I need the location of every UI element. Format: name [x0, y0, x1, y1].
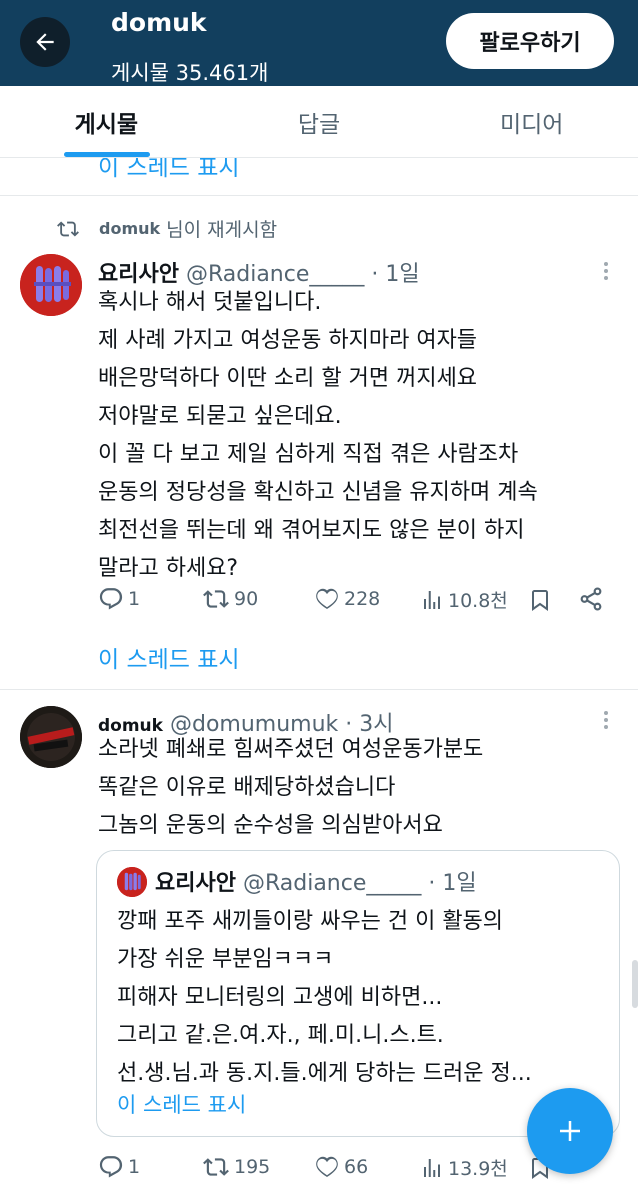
quote-line: 가장 쉬운 부분임ㅋㅋㅋ	[117, 947, 334, 972]
show-thread-link[interactable]: 이 스레드 표시	[98, 640, 240, 674]
tweet-line: 말라고 하세요?	[98, 556, 239, 581]
repost-notice: domuk 님이 재게시함	[55, 215, 277, 242]
share-icon	[580, 587, 602, 611]
reply-count: 1	[128, 588, 141, 610]
quote-line: 그리고 같.은.여.자., 페.미.니.스.트.	[117, 1023, 444, 1048]
quote-text: 깡패 포주 새끼들이랑 싸우는 건 이 활동의 가장 쉬운 부분임ㅋㅋㅋ 피해자…	[117, 903, 532, 1093]
quote-author-handle: @Radiance_____ · 1일	[242, 871, 477, 896]
tweet-actions: 1 90 228 10.8천	[98, 586, 618, 618]
repost-icon	[57, 221, 79, 236]
views-button[interactable]: 10.8천	[420, 586, 508, 613]
tab-posts[interactable]: 게시물	[0, 86, 213, 157]
divider	[0, 689, 638, 690]
profile-tabs: 게시물 답글 미디어	[0, 86, 638, 158]
avatar[interactable]	[20, 254, 82, 316]
more-icon[interactable]	[601, 711, 611, 729]
tweet-line: 최전선을 뛰는데 왜 겪어보지도 않은 분이 하지	[98, 518, 525, 543]
plus-icon	[560, 1121, 580, 1141]
tab-media[interactable]: 미디어	[425, 86, 638, 157]
more-icon[interactable]	[601, 262, 611, 280]
back-arrow-icon	[36, 33, 54, 51]
quote-line: 깡패 포주 새끼들이랑 싸우는 건 이 활동의	[117, 909, 504, 934]
profile-header: domuk 게시물 35.461개 팔로우하기	[0, 0, 638, 86]
divider	[0, 195, 638, 196]
reply-icon	[99, 588, 123, 610]
profile-image-icon	[20, 706, 82, 768]
back-button[interactable]	[20, 17, 70, 67]
repost-count: 90	[234, 588, 259, 610]
quote-show-thread-link[interactable]: 이 스레드 표시	[117, 1089, 246, 1119]
tweet-line: 똑같은 이유로 배제당하셨습니다	[98, 775, 396, 800]
profile-name: domuk	[111, 8, 207, 37]
reply-button[interactable]: 1	[98, 586, 140, 612]
chromosome-avatar-icon	[20, 254, 82, 316]
like-icon	[316, 1156, 338, 1177]
repost-button[interactable]: 195	[202, 1154, 270, 1180]
repost-button[interactable]: 90	[202, 586, 258, 612]
reply-icon	[99, 1156, 123, 1178]
reply-count: 1	[128, 1156, 141, 1178]
scrollbar[interactable]	[632, 960, 638, 1008]
quote-line: 선.생.님.과 동.지.들.에게 당하는 드러운 정...	[117, 1061, 532, 1086]
tweet-line: 저야말로 되묻고 싶은데요.	[98, 404, 342, 429]
repost-icon	[203, 1158, 229, 1176]
repost-icon	[203, 590, 229, 608]
active-tab-indicator	[64, 152, 150, 157]
like-count: 228	[344, 588, 381, 610]
bookmark-button[interactable]	[528, 586, 556, 614]
repost-suffix: 님이 재게시함	[166, 219, 278, 241]
like-count: 66	[344, 1156, 369, 1178]
view-count: 13.9천	[448, 1158, 508, 1180]
quote-header: 요리사안 @Radiance_____ · 1일	[155, 865, 477, 897]
quote-author-name: 요리사안	[155, 871, 236, 896]
reply-button[interactable]: 1	[98, 1154, 140, 1180]
tweet-line: 소라넷 폐쇄로 힘써주셨던 여성운동가분도	[98, 737, 484, 762]
tweet-line: 제 사례 가지고 여성운동 하지마라 여자들	[98, 328, 478, 353]
follow-button[interactable]: 팔로우하기	[446, 13, 614, 69]
compose-button[interactable]	[527, 1088, 613, 1174]
like-button[interactable]: 66	[314, 1154, 368, 1180]
tweet-text: 혹시나 해서 덧붙입니다. 제 사례 가지고 여성운동 하지마라 여자들 배은망…	[98, 284, 538, 588]
view-count: 10.8천	[448, 590, 508, 612]
repost-user-name[interactable]: domuk	[99, 219, 160, 238]
quote-avatar	[117, 867, 147, 897]
tweet-line: 운동의 정당성을 확신하고 신념을 유지하며 계속	[98, 480, 538, 505]
like-button[interactable]: 228	[314, 586, 380, 612]
chromosome-avatar-icon	[117, 867, 147, 897]
tweet-line: 혹시나 해서 덧붙입니다.	[98, 290, 322, 315]
views-button[interactable]: 13.9천	[420, 1154, 508, 1181]
tweet-line: 그놈의 운동의 순수성을 의심받아서요	[98, 813, 443, 838]
tweet-text: 소라넷 폐쇄로 힘써주셨던 여성운동가분도 똑같은 이유로 배제당하셨습니다 그…	[98, 731, 483, 845]
quoted-tweet[interactable]: 요리사안 @Radiance_____ · 1일 깡패 포주 새끼들이랑 싸우는…	[96, 850, 620, 1137]
tab-replies[interactable]: 답글	[213, 86, 426, 157]
views-icon	[424, 590, 440, 609]
tweet-line: 이 꼴 다 보고 제일 심하게 직접 겪은 사람조차	[98, 442, 519, 467]
share-button[interactable]	[578, 586, 608, 612]
tweet-line: 배은망덕하다 이딴 소리 할 거면 꺼지세요	[98, 366, 478, 391]
quote-line: 피해자 모니터링의 고생에 비하면...	[117, 985, 443, 1010]
avatar[interactable]	[20, 706, 82, 768]
post-count: 게시물 35.461개	[111, 61, 269, 85]
repost-count: 195	[234, 1156, 271, 1178]
bookmark-icon	[532, 590, 548, 611]
views-icon	[424, 1158, 440, 1177]
like-icon	[316, 588, 338, 609]
